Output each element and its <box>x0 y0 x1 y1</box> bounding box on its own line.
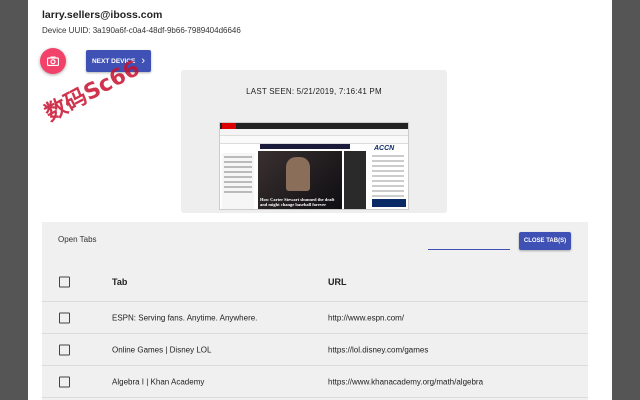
open-tabs-title: Open Tabs <box>58 235 97 244</box>
tab-url-cell: https://www.khanacademy.org/math/algebra <box>328 377 484 386</box>
last-seen-label: LAST SEEN: 5/21/2019, 7:16:41 PM <box>246 87 382 96</box>
tabs-filter-input[interactable] <box>428 236 510 250</box>
thumb-sidebar <box>222 153 254 209</box>
device-screenshot-thumbnail[interactable]: How Carter Stewart shunned the draft and… <box>219 122 409 210</box>
open-tabs-panel: Open Tabs CLOSE TAB(S) Tab URL ESPN: Ser… <box>42 222 588 400</box>
row-checkbox[interactable] <box>59 344 70 355</box>
table-row: Online Games | Disney LOL https://lol.di… <box>42 334 588 366</box>
backdrop-right <box>612 0 640 400</box>
open-tabs-table: Tab URL ESPN: Serving fans. Anytime. Any… <box>42 262 588 398</box>
thumb-banner <box>260 144 350 149</box>
tab-url-cell: http://www.espn.com/ <box>328 313 405 322</box>
next-device-button[interactable]: NEXT DEVICE › <box>86 50 151 72</box>
screenshot-button[interactable] <box>40 48 66 74</box>
row-checkbox[interactable] <box>59 312 70 323</box>
row-checkbox[interactable] <box>59 376 70 387</box>
tab-url-cell: https://lol.disney.com/games <box>328 345 429 354</box>
chevron-right-icon: › <box>141 55 145 67</box>
thumb-accn-logo: ACCN <box>374 145 395 152</box>
close-tabs-button[interactable]: CLOSE TAB(S) <box>519 232 571 250</box>
table-row: Algebra I | Khan Academy https://www.kha… <box>42 366 588 398</box>
tab-title-cell: ESPN: Serving fans. Anytime. Anywhere. <box>112 313 258 322</box>
thumb-hero-caption: How Carter Stewart shunned the draft and… <box>260 196 335 207</box>
thumb-scorebar <box>220 129 408 136</box>
backdrop-left <box>0 0 28 400</box>
tab-title-cell: Algebra I | Khan Academy <box>112 377 205 386</box>
last-seen-card: LAST SEEN: 5/21/2019, 7:16:41 PM How Car… <box>181 70 447 213</box>
device-uuid-label: Device UUID: <box>42 26 91 35</box>
camera-icon <box>47 56 59 66</box>
device-dialog: larry.sellers@iboss.com Device UUID: 3a1… <box>28 0 612 400</box>
thumb-side-images <box>344 151 366 209</box>
table-header-row: Tab URL <box>42 262 588 302</box>
select-all-checkbox[interactable] <box>59 276 70 287</box>
table-row: ESPN: Serving fans. Anytime. Anywhere. h… <box>42 302 588 334</box>
thumb-navbar <box>220 136 408 144</box>
thumb-hero-image: How Carter Stewart shunned the draft and… <box>258 151 342 209</box>
next-device-label: NEXT DEVICE <box>91 57 136 65</box>
device-uuid-line: Device UUID: 3a190a6f-c0a4-48df-9b66-798… <box>42 26 241 35</box>
user-email: larry.sellers@iboss.com <box>42 9 163 21</box>
thumb-coming-banner <box>372 199 406 207</box>
column-header-tab: Tab <box>112 276 128 287</box>
column-header-url: URL <box>328 276 347 287</box>
tab-title-cell: Online Games | Disney LOL <box>112 345 212 354</box>
device-uuid-value: 3a190a6f-c0a4-48df-9b66-7989404d6646 <box>92 26 241 35</box>
thumb-hero-figure <box>286 157 310 191</box>
